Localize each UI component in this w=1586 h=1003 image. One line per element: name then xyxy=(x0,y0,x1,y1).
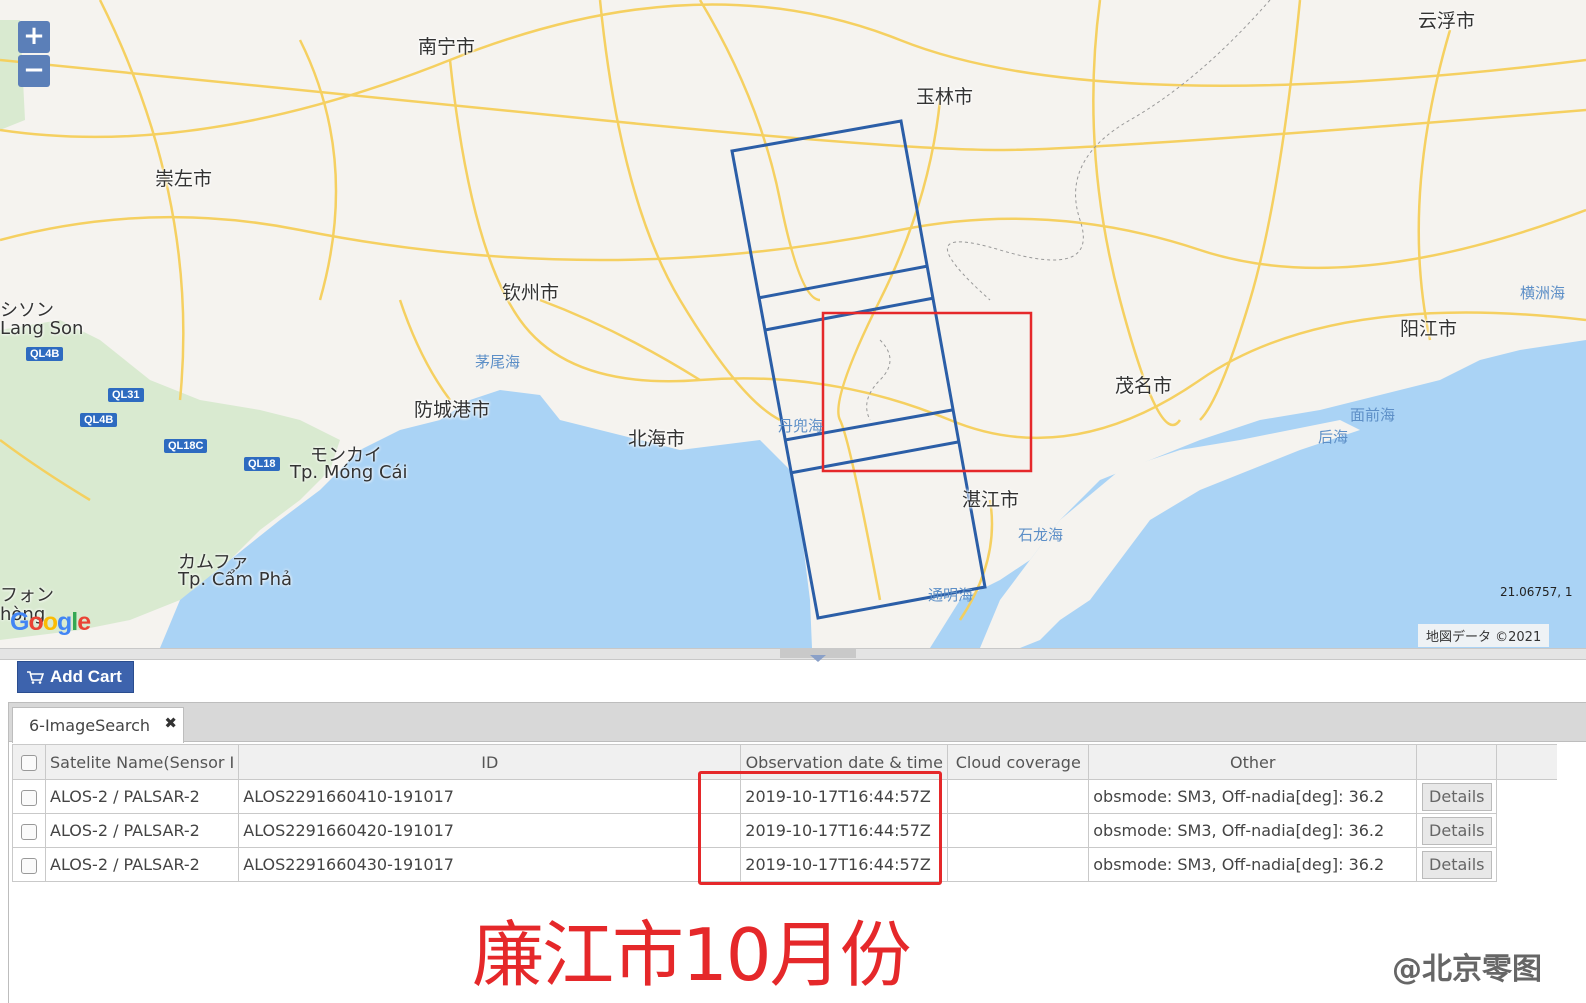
column-header[interactable]: ID xyxy=(238,744,742,780)
column-header[interactable]: Cloud coverage xyxy=(947,744,1090,780)
city-label: 防城港市 xyxy=(414,399,491,421)
road-shield: QL31 xyxy=(108,388,144,402)
city-label: 湛江市 xyxy=(962,489,1020,511)
water-label: 丹兜海 xyxy=(778,417,824,435)
add-cart-label: Add Cart xyxy=(50,667,122,686)
id-cell: ALOS2291660420-191017 xyxy=(238,813,742,848)
water-label: 茅尾海 xyxy=(475,353,521,371)
cart-icon xyxy=(27,671,44,684)
id-cell: ALOS2291660430-191017 xyxy=(238,847,742,882)
satellite-cell: ALOS-2 / PALSAR-2 xyxy=(44,779,240,814)
city-label: 钦州市 xyxy=(502,282,560,304)
select-all-checkbox[interactable] xyxy=(12,744,46,780)
row-checkbox[interactable] xyxy=(12,779,46,814)
satellite-cell: ALOS-2 / PALSAR-2 xyxy=(44,847,240,882)
road-shield: QL4B xyxy=(80,413,118,427)
highlight-box xyxy=(698,771,942,885)
map-view[interactable]: + − 南宁市 玉林市 云浮市 崇左市 钦州市 阳江市 茂名市 北海市 湛江市 … xyxy=(0,0,1586,648)
zoom-out-button[interactable]: − xyxy=(18,55,50,87)
filler-cell xyxy=(1497,780,1557,814)
tab-image-search[interactable]: 6-ImageSearch ✖ xyxy=(12,707,184,743)
city-label: 北海市 xyxy=(628,428,686,450)
column-header-blank xyxy=(1496,744,1557,780)
filler-cell xyxy=(1497,814,1557,848)
row-checkbox[interactable] xyxy=(12,813,46,848)
map-copyright[interactable]: 地図データ ©2021 xyxy=(1418,624,1550,647)
satellite-cell: ALOS-2 / PALSAR-2 xyxy=(44,813,240,848)
google-logo: Google xyxy=(10,608,91,636)
zoom-in-button[interactable]: + xyxy=(18,21,50,53)
cloud-cell xyxy=(947,779,1090,814)
place-label: Lang Son xyxy=(0,318,84,339)
column-header[interactable]: Other xyxy=(1088,744,1418,780)
column-header xyxy=(1416,744,1498,780)
other-cell: obsmode: SM3, Off-nadia[deg]: 36.2 xyxy=(1088,779,1418,814)
cloud-cell xyxy=(947,813,1090,848)
place-label: Tp. Móng Cái xyxy=(290,462,408,483)
add-cart-button[interactable]: Add Cart xyxy=(17,661,134,693)
row-checkbox[interactable] xyxy=(12,847,46,882)
water-label: 后海 xyxy=(1318,428,1349,446)
cloud-cell xyxy=(947,847,1090,882)
water-label: 通明海 xyxy=(928,586,974,604)
city-label: 南宁市 xyxy=(418,36,476,58)
tab-label: 6-ImageSearch xyxy=(29,716,151,735)
panel-border xyxy=(8,742,9,1003)
filler-cell xyxy=(1497,848,1557,882)
road-shield: QL18C xyxy=(164,439,208,453)
city-label: 茂名市 xyxy=(1115,375,1173,397)
water-label: 面前海 xyxy=(1350,406,1396,424)
details-button[interactable]: Details xyxy=(1421,850,1492,879)
road-shield: QL18 xyxy=(244,457,280,471)
water-label: 石龙海 xyxy=(1018,526,1064,544)
id-cell: ALOS2291660410-191017 xyxy=(238,779,742,814)
close-icon[interactable]: ✖ xyxy=(164,714,177,732)
other-cell: obsmode: SM3, Off-nadia[deg]: 36.2 xyxy=(1088,813,1418,848)
city-label: 阳江市 xyxy=(1400,318,1458,340)
other-cell: obsmode: SM3, Off-nadia[deg]: 36.2 xyxy=(1088,847,1418,882)
water-label: 横洲海 xyxy=(1520,284,1566,302)
city-label: 崇左市 xyxy=(155,168,213,190)
city-label: 云浮市 xyxy=(1418,10,1476,32)
details-button[interactable]: Details xyxy=(1421,816,1492,845)
splitter-handle[interactable] xyxy=(780,648,856,662)
coordinate-readout: 21.06757, 1 xyxy=(1500,585,1573,599)
column-header[interactable]: Satelite Name(Sensor I xyxy=(44,744,240,780)
road-shield: QL4B xyxy=(26,347,64,361)
annotation-caption: 廉江市10月份 xyxy=(472,913,912,997)
watermark: @北京零图 xyxy=(1392,952,1542,987)
details-button[interactable]: Details xyxy=(1421,782,1492,811)
city-label: 玉林市 xyxy=(916,86,974,108)
place-label: Tp. Cẩm Phả xyxy=(178,569,293,590)
tab-bar xyxy=(8,702,1586,742)
